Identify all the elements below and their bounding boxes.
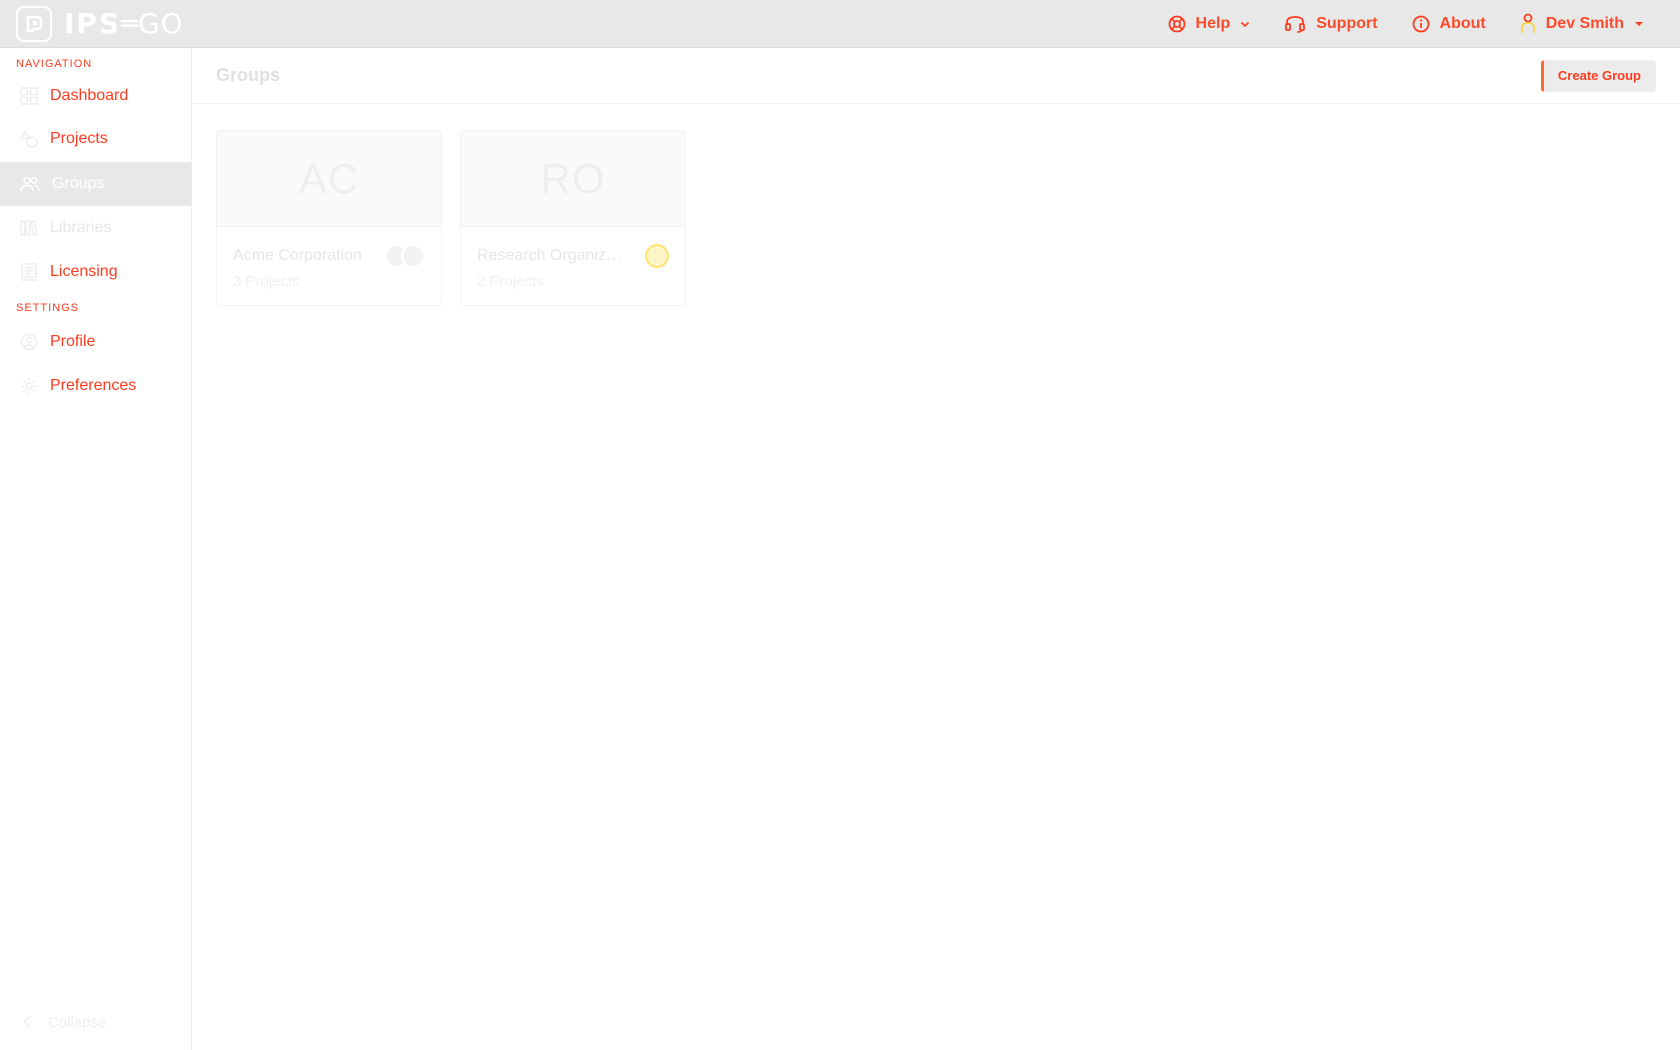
license-document-icon (21, 263, 37, 281)
page-title: Groups (216, 65, 281, 85)
sidebar-item-dashboard[interactable]: Dashboard (0, 74, 192, 118)
navigation-section-label: Navigation (16, 58, 93, 70)
collapse-sidebar-button[interactable]: Collapse (0, 1004, 192, 1040)
caret-down-icon (1635, 21, 1643, 26)
group-card-name: Research Organiza... (477, 247, 623, 264)
group-card-project-count: 2 Projects (477, 273, 544, 290)
app-root: IPS═GO Help Support About Dev Smith NAVI… (0, 0, 1680, 1050)
group-card-research[interactable]: RO Research Organiza... 2 Projects (460, 130, 686, 306)
member-avatars (645, 244, 669, 268)
chevron-down-icon (1241, 21, 1250, 27)
group-card-project-count: 3 Projects (233, 273, 300, 290)
profile-circle-icon (20, 333, 38, 351)
sidebar-item-libraries[interactable]: Libraries (0, 206, 192, 250)
user-avatar-icon (1520, 13, 1535, 33)
dashboard-grid-icon (20, 87, 38, 105)
chevron-left-icon (23, 1015, 31, 1029)
user-name: Dev Smith (1545, 14, 1624, 32)
sidebar-item-projects[interactable]: Projects (0, 117, 192, 161)
sidebar-item-label: Preferences (50, 377, 137, 394)
group-card-body: Acme Corporation 3 Projects (217, 227, 441, 290)
page-header: Groups Create Group (192, 48, 1680, 104)
gear-icon (21, 378, 37, 394)
logo-badge-icon (16, 5, 52, 42)
sidebar-item-label: Dashboard (50, 87, 129, 104)
support-label: Support (1316, 14, 1378, 32)
member-avatars (385, 244, 425, 268)
support-headset-icon (1285, 15, 1306, 33)
shapes-icon (20, 130, 38, 148)
info-circle-icon (1412, 15, 1429, 32)
top-actions: Help Support About Dev Smith (1168, 13, 1664, 35)
sidebar-item-preferences[interactable]: Preferences (0, 364, 192, 408)
sidebar-item-licensing[interactable]: Licensing (0, 250, 192, 294)
collapse-label: Collapse (48, 1013, 107, 1031)
settings-section-label: Settings (16, 302, 80, 314)
sidebar-item-label: Profile (50, 333, 96, 350)
about-label: About (1439, 14, 1486, 32)
group-card-body: Research Organiza... 2 Projects (461, 227, 685, 290)
sidebar-item-profile[interactable]: Profile (0, 320, 192, 364)
logo-text-main: IPS (64, 7, 122, 40)
main-content: Groups Create Group AC Acme Corporation … (192, 48, 1680, 1050)
logo-text: IPS═GO (64, 7, 184, 40)
group-card-thumbnail: RO (461, 131, 685, 227)
member-avatar (401, 244, 425, 268)
group-card-thumbnail: AC (217, 131, 441, 227)
group-card-grid: AC Acme Corporation 3 Projects RO Resear… (216, 130, 686, 306)
sidebar-item-groups[interactable]: Groups (0, 162, 192, 206)
support-link[interactable]: Support (1284, 14, 1378, 33)
sidebar-item-label: Projects (50, 130, 108, 147)
user-menu[interactable]: Dev Smith (1520, 13, 1644, 35)
help-lifebuoy-icon (1168, 15, 1185, 32)
library-books-icon (20, 220, 38, 237)
group-card-name: Acme Corporation (233, 247, 362, 264)
create-group-button[interactable]: Create Group (1540, 59, 1656, 92)
logo-text-suffix: GO (137, 7, 184, 40)
app-logo[interactable]: IPS═GO (16, 5, 184, 42)
sidebar: Navigation Dashboard Projects (0, 48, 192, 1050)
help-label: Help (1195, 14, 1231, 32)
about-link[interactable]: About (1412, 15, 1486, 33)
member-avatar (645, 244, 669, 268)
top-bar: IPS═GO Help Support About Dev Smith (0, 0, 1680, 48)
sidebar-item-label: Licensing (50, 263, 118, 280)
users-group-icon (20, 176, 40, 192)
help-menu[interactable]: Help (1168, 15, 1251, 33)
sidebar-item-label: Libraries (50, 219, 112, 236)
group-card-acme[interactable]: AC Acme Corporation 3 Projects (216, 130, 442, 306)
sidebar-item-label: Groups (52, 175, 105, 192)
